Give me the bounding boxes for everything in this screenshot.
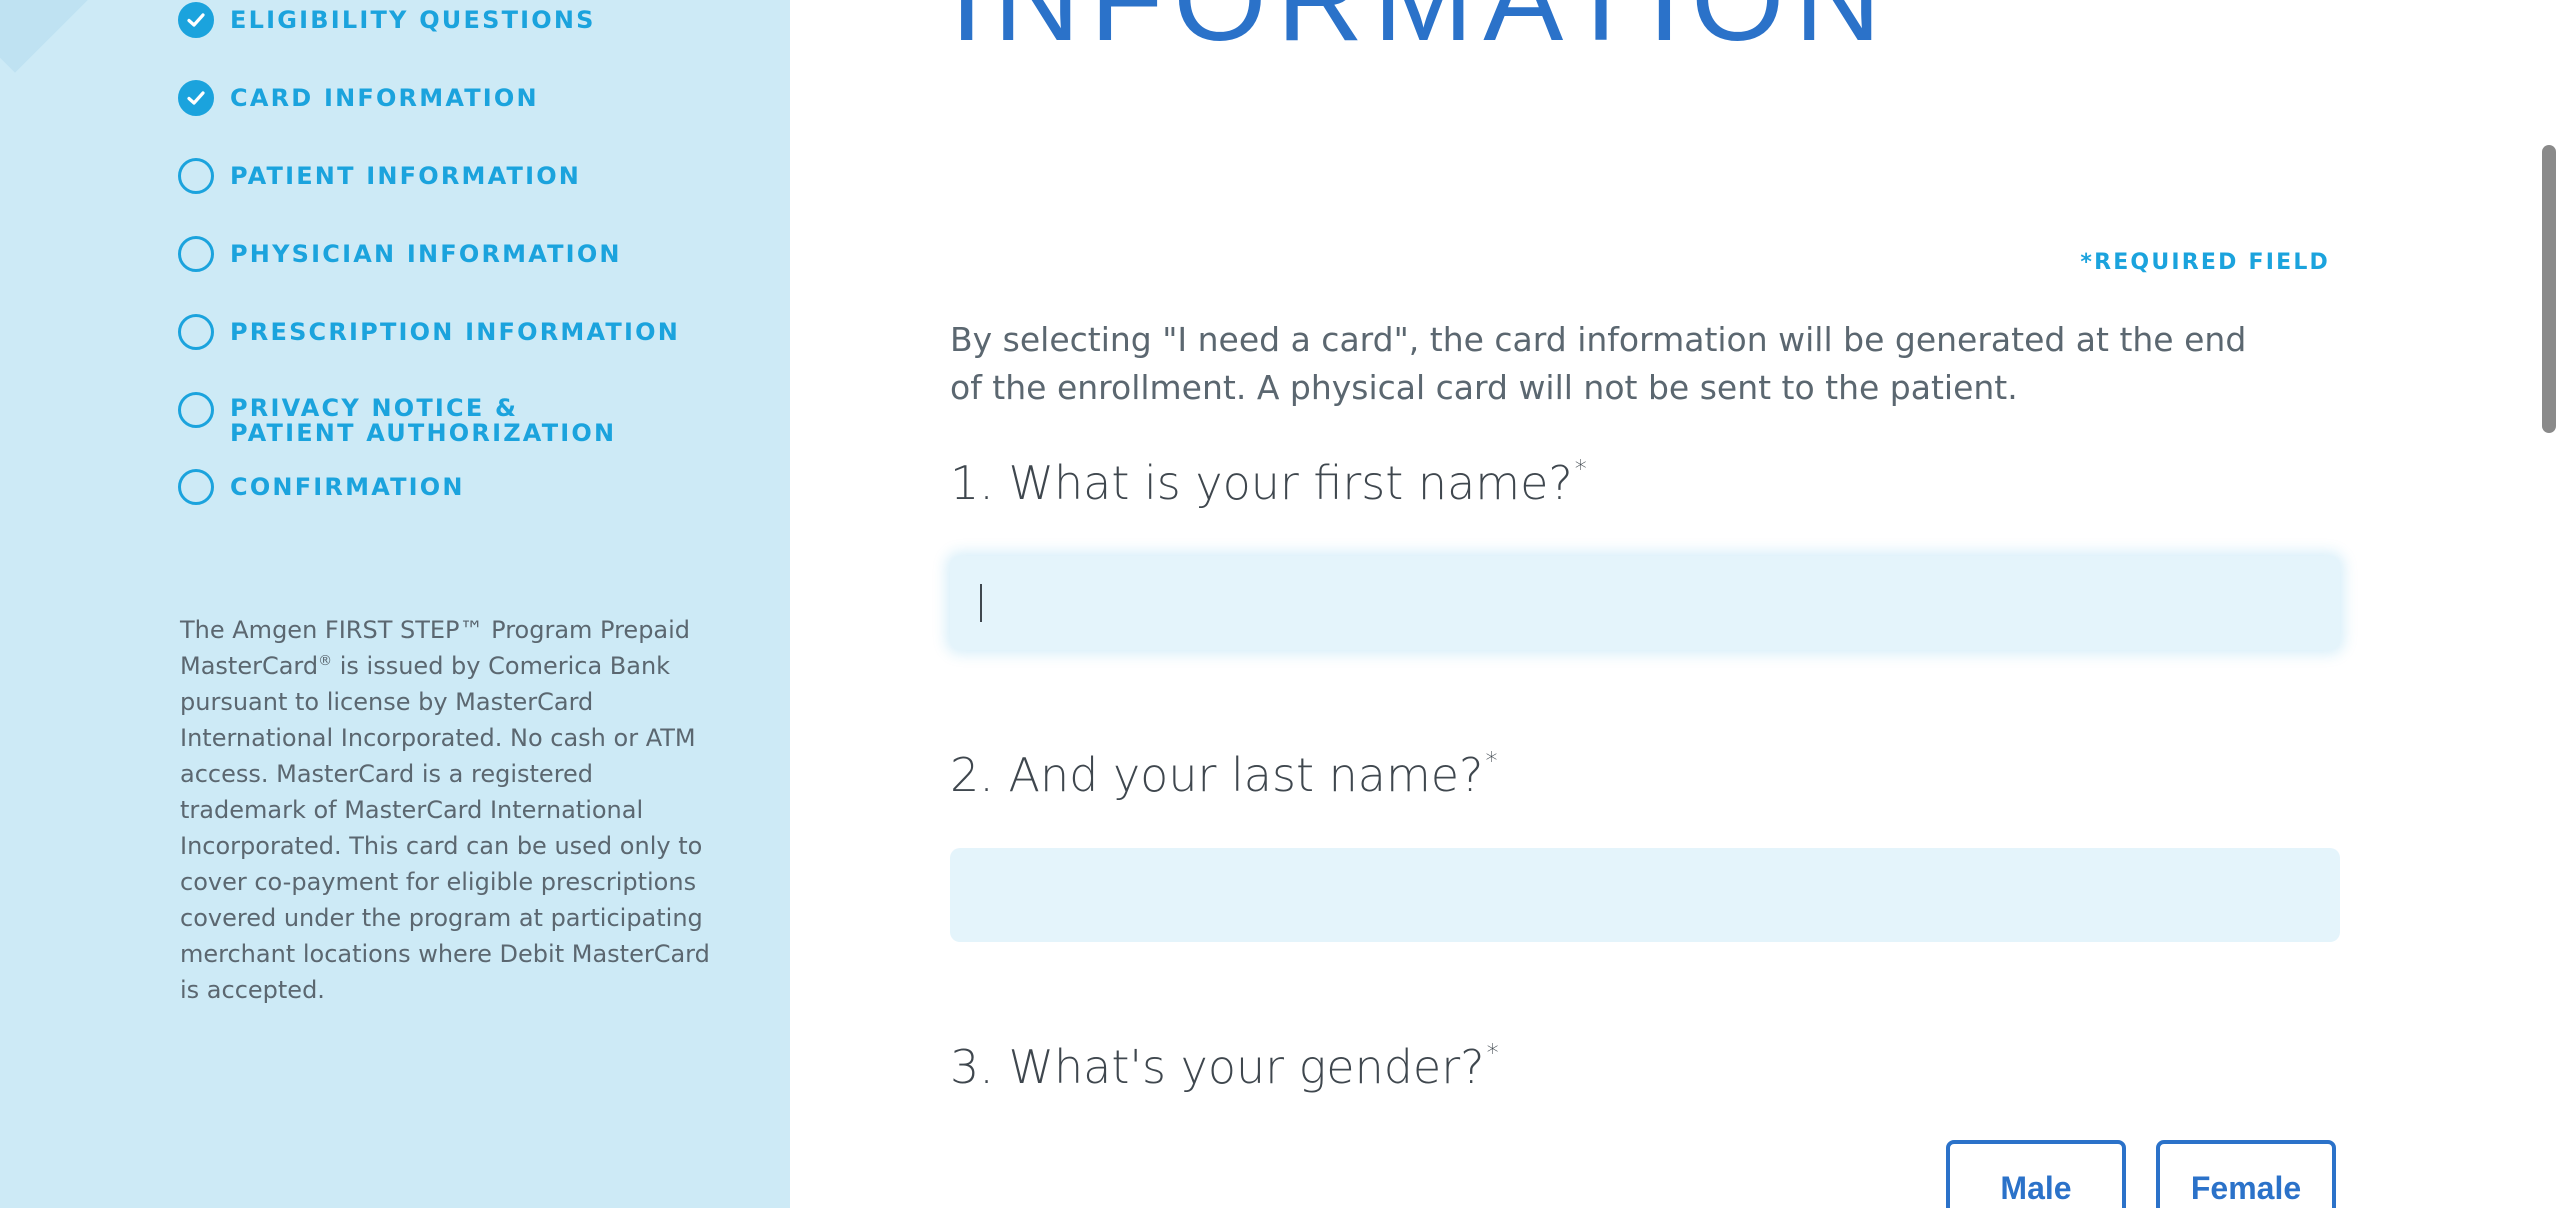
empty-circle-icon bbox=[178, 236, 214, 272]
intro-text: By selecting "I need a card", the card i… bbox=[950, 320, 2247, 407]
last-name-input[interactable] bbox=[950, 848, 2340, 942]
step-prescription-information[interactable]: PRESCRIPTION INFORMATION bbox=[178, 314, 680, 350]
question-gender: 3. What's your gender?* bbox=[950, 1039, 1499, 1094]
sidebar: ELIGIBILITY QUESTIONS CARD INFORMATION P… bbox=[0, 0, 790, 1208]
step-label: PHYSICIAN INFORMATION bbox=[230, 240, 622, 268]
question-first-name: 1. What is your first name?* bbox=[950, 455, 1587, 510]
gender-male-button[interactable]: Male bbox=[1946, 1140, 2126, 1208]
step-patient-information[interactable]: PATIENT INFORMATION bbox=[178, 158, 581, 194]
text-cursor bbox=[980, 584, 982, 622]
card-disclaimer: The Amgen FIRST STEP™ Program Prepaid Ma… bbox=[180, 612, 710, 1008]
step-label-line-2: PATIENT AUTHORIZATION bbox=[230, 419, 617, 447]
required-asterisk: * bbox=[1574, 455, 1587, 483]
step-confirmation[interactable]: CONFIRMATION bbox=[178, 469, 465, 505]
step-label: PRESCRIPTION INFORMATION bbox=[230, 318, 680, 346]
question-text: 2. And your last name? bbox=[950, 748, 1484, 802]
step-privacy-notice[interactable]: PRIVACY NOTICE & PATIENT AUTHORIZATION bbox=[178, 392, 616, 446]
empty-circle-icon bbox=[178, 469, 214, 505]
required-asterisk: * bbox=[1485, 747, 1498, 775]
question-text: 3. What's your gender? bbox=[950, 1040, 1485, 1094]
check-circle-icon bbox=[178, 2, 214, 38]
empty-circle-icon bbox=[178, 392, 214, 428]
step-label: CONFIRMATION bbox=[230, 473, 465, 501]
required-field-note: *REQUIRED FIELD bbox=[2080, 250, 2330, 275]
first-name-input[interactable] bbox=[950, 556, 2340, 650]
question-text: 1. What is your first name? bbox=[950, 456, 1573, 510]
step-physician-information[interactable]: PHYSICIAN INFORMATION bbox=[178, 236, 622, 272]
question-last-name: 2. And your last name?* bbox=[950, 747, 1497, 802]
disclaimer-text-continued: is issued by Comerica Bank pursuant to l… bbox=[180, 652, 710, 1004]
step-label: PRIVACY NOTICE & PATIENT AUTHORIZATION bbox=[230, 392, 616, 446]
empty-circle-icon bbox=[178, 158, 214, 194]
scrollbar-track[interactable] bbox=[2536, 0, 2560, 1208]
scrollbar-thumb[interactable] bbox=[2542, 145, 2556, 433]
required-asterisk: * bbox=[1486, 1039, 1499, 1067]
page-title: INFORMATION bbox=[950, 0, 1891, 64]
step-card-information[interactable]: CARD INFORMATION bbox=[178, 80, 539, 116]
gender-female-button[interactable]: Female bbox=[2156, 1140, 2336, 1208]
step-label: ELIGIBILITY QUESTIONS bbox=[230, 6, 596, 34]
step-eligibility-questions[interactable]: ELIGIBILITY QUESTIONS bbox=[178, 2, 596, 38]
step-label-line-1: PRIVACY NOTICE & bbox=[230, 394, 519, 422]
step-label: CARD INFORMATION bbox=[230, 84, 539, 112]
check-circle-icon bbox=[178, 80, 214, 116]
step-label: PATIENT INFORMATION bbox=[230, 162, 582, 190]
main-content: INFORMATION *REQUIRED FIELD By selecting… bbox=[790, 0, 2560, 1208]
empty-circle-icon bbox=[178, 314, 214, 350]
registered-mark: ® bbox=[318, 653, 333, 669]
sidebar-decoration bbox=[0, 0, 93, 73]
